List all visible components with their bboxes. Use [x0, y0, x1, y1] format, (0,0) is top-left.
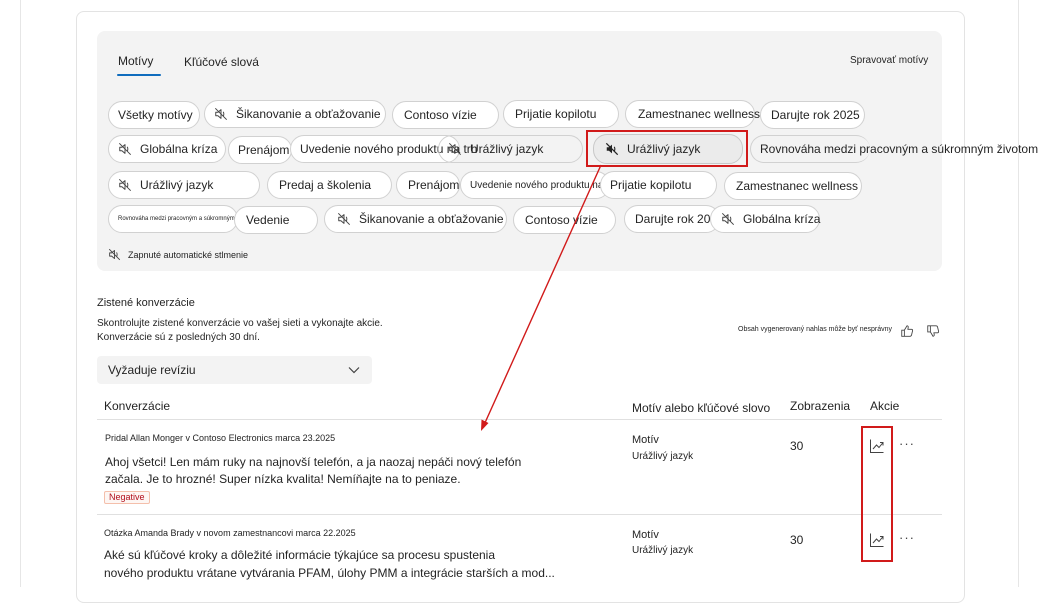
pill-label: Zamestnanec wellness [638, 107, 761, 121]
pill-offensive-language-muted[interactable]: Urážlivý jazyk [438, 135, 583, 163]
speaker-muted-icon [721, 212, 735, 226]
speaker-muted-icon [108, 248, 121, 261]
pill-label: Predaj a školenia [279, 178, 372, 192]
row-body-line2: začala. Je to hrozné! Super nízka kvalit… [105, 472, 461, 486]
row-meta: Pridal Allan Monger v Contoso Electronic… [105, 433, 336, 443]
pill-label: Urážlivý jazyk [627, 142, 701, 156]
sentiment-badge: Negative [104, 491, 150, 504]
page-edge-left [20, 0, 21, 587]
pill-label: Prijatie kopilotu [610, 178, 692, 192]
header-divider [97, 419, 942, 420]
pill-label: Zamestnanec wellness [736, 179, 859, 193]
pill-label: Contoso vízie [525, 213, 598, 227]
pill-label: Vedenie [246, 213, 290, 227]
pill-label: Prenájom [408, 178, 460, 192]
trend-chart-icon[interactable] [869, 438, 885, 454]
pill-employee-wellness-2[interactable]: Zamestnanec wellness [724, 172, 862, 200]
trend-chart-icon[interactable] [869, 532, 885, 548]
chevron-down-icon [348, 367, 360, 374]
more-options-button[interactable]: ··· [899, 530, 915, 545]
section-description-line2: Konverzácie sú z posledných 30 dní. [97, 332, 260, 343]
pill-copilot-adoption-2[interactable]: Prijatie kopilotu [600, 171, 717, 199]
section-description-line1: Skontrolujte zistené konverzácie vo vaše… [97, 318, 383, 329]
pill-leadership[interactable]: Vedenie [234, 206, 318, 234]
pill-contoso-vision-2[interactable]: Contoso vízie [513, 206, 616, 234]
thumbs-up-icon[interactable] [900, 324, 914, 338]
pill-lease-2[interactable]: Prenájom [396, 171, 460, 199]
row-topic-label: Motív [632, 434, 659, 446]
pill-global-crisis-muted[interactable]: Globálna kríza [108, 135, 226, 163]
pill-global-crisis-muted-2[interactable]: Globálna kríza [710, 205, 820, 233]
pill-work-life-balance[interactable]: Rovnováha medzi pracovným a súkromným ži… [750, 135, 1038, 163]
pill-product-launch[interactable]: Uvedenie nového produktu na trh [290, 135, 477, 163]
row-meta: Otázka Amanda Brady v novom zamestnancov… [104, 528, 356, 538]
pill-donate-2025[interactable]: Darujte rok 2025 [760, 101, 865, 129]
pill-harassment-muted-2[interactable]: Šikanovanie a obťažovanie [324, 205, 507, 233]
pill-label: Prijatie kopilotu [515, 107, 597, 121]
row-topic-label: Motív [632, 529, 659, 541]
pill-label: Rovnováha medzi pracovným a súkromným ži… [760, 142, 1039, 156]
pill-contoso-vision[interactable]: Contoso vízie [392, 101, 499, 129]
pill-all-topics[interactable]: Všetky motívy [108, 101, 200, 129]
auto-mute-note: Zapnuté automatické stlmenie [108, 248, 248, 261]
speaker-muted-icon [118, 178, 132, 192]
pill-offensive-language-selected[interactable]: Urážlivý jazyk [593, 134, 743, 164]
pill-copilot-adoption[interactable]: Prijatie kopilotu [503, 100, 619, 128]
auto-mute-label: Zapnuté automatické stlmenie [128, 249, 249, 260]
pill-label: Všetky motívy [118, 108, 193, 122]
speaker-muted-icon [118, 142, 132, 156]
row-views: 30 [790, 439, 804, 453]
speaker-muted-icon [337, 212, 351, 226]
pill-label: Urážlivý jazyk [140, 178, 214, 192]
pill-label: Prenájom [238, 143, 290, 157]
ai-disclaimer: Obsah vygenerovaný nahlas môže byť nespr… [738, 326, 892, 333]
page-edge-right [1018, 0, 1019, 587]
speaker-muted-icon [214, 107, 228, 121]
row-body-line1: Aké sú kľúčové kroky a dôležité informác… [104, 548, 496, 562]
pill-label: Darujte rok 2025 [771, 108, 860, 122]
more-options-button[interactable]: ··· [899, 436, 915, 451]
tab-topics[interactable]: Motívy [118, 54, 153, 68]
manage-topics-link[interactable]: Spravovať motívy [850, 55, 928, 66]
row-topic-value: Urážlivý jazyk [632, 545, 694, 556]
dropdown-value: Vyžaduje revíziu [108, 363, 196, 377]
pill-label: Urážlivý jazyk [470, 142, 544, 156]
section-title: Zistené konverzácie [97, 297, 195, 309]
pill-work-life-balance-2[interactable]: Rovnováha medzi pracovným a súkromným ži… [108, 205, 257, 233]
pill-employee-wellness[interactable]: Zamestnanec wellness [625, 100, 760, 128]
pill-harassment-muted[interactable]: Šikanovanie a obťažovanie [204, 100, 386, 128]
tab-keywords[interactable]: Kľúčové slová [184, 55, 259, 69]
pill-donate-2025-2[interactable]: Darujte rok 2025 [624, 205, 724, 233]
pill-label: Contoso vízie [404, 108, 477, 122]
pill-sales-training[interactable]: Predaj a školenia [267, 171, 392, 199]
pill-offensive-language-muted-2[interactable]: Urážlivý jazyk [108, 171, 260, 199]
pill-label: Uvedenie nového produktu na trh [470, 179, 618, 191]
column-header-actions: Akcie [870, 399, 900, 413]
row-views: 30 [790, 533, 804, 547]
column-header-views[interactable]: Zobrazenia [790, 399, 850, 413]
row-body-line1: Ahoj všetci! Len mám ruky na najnovší te… [105, 455, 522, 469]
row-body-line2: nového produktu vrátane vytvárania PFAM,… [104, 566, 555, 580]
pill-label: Šikanovanie a obťažovanie [359, 212, 504, 226]
column-header-topic[interactable]: Motív alebo kľúčové slovo [632, 401, 770, 415]
thumbs-down-icon[interactable] [926, 324, 940, 338]
column-header-conversations[interactable]: Konverzácie [104, 399, 170, 413]
review-filter-dropdown[interactable]: Vyžaduje revíziu [97, 356, 372, 384]
pill-lease[interactable]: Prenájom [228, 136, 292, 164]
pill-label: Globálna kríza [140, 142, 218, 156]
speaker-muted-icon [448, 142, 462, 156]
pill-product-launch-2[interactable]: Uvedenie nového produktu na trh [460, 171, 618, 199]
row-topic-value: Urážlivý jazyk [632, 451, 694, 462]
pill-label: Šikanovanie a obťažovanie [236, 107, 381, 121]
pill-label: Globálna kríza [743, 212, 821, 226]
speaker-muted-filled-icon [605, 142, 619, 156]
tab-active-indicator [117, 74, 161, 76]
row-divider [97, 514, 942, 515]
